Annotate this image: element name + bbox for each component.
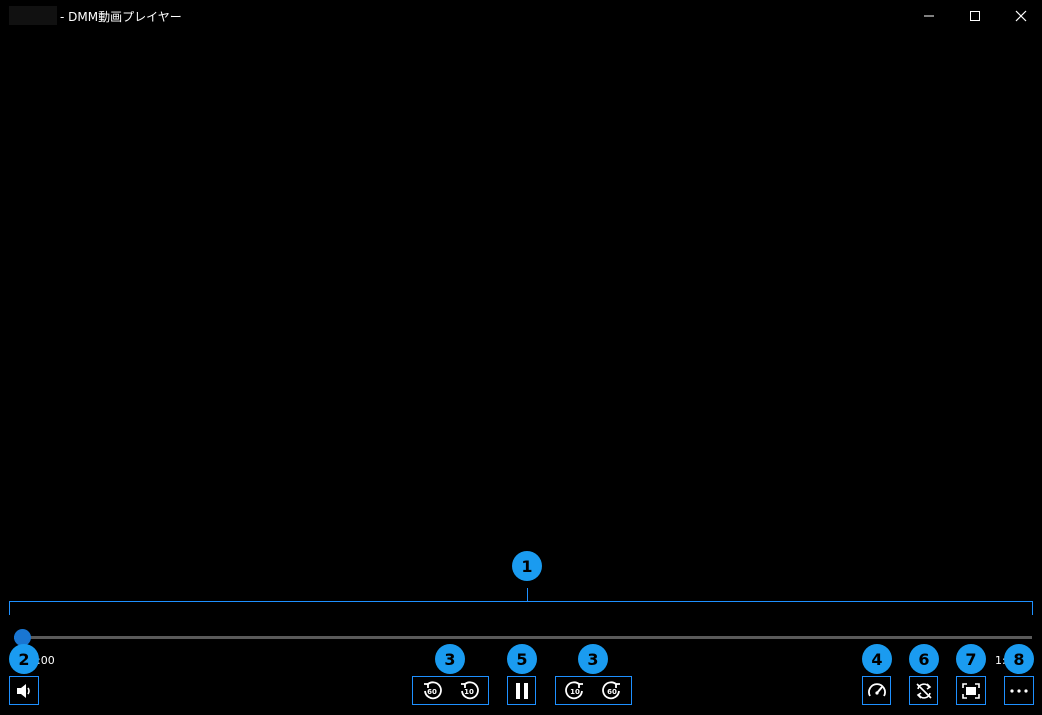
forward-60-icon: 60 [602,680,621,699]
close-icon [1015,10,1027,22]
speedometer-icon [867,682,886,696]
rewind-10-icon: 10 [461,680,480,699]
callout-repeat: 6 [909,644,939,674]
video-surface[interactable] [0,32,1042,592]
callout-seek-back: 3 [435,644,465,674]
callout-play-pause: 5 [507,644,537,674]
seek-bar[interactable] [14,636,1032,639]
seek-back-60-button[interactable]: 60 [413,677,451,704]
repeat-off-icon [915,682,932,699]
seek-forward-group: 10 60 [555,676,632,705]
seek-back-10-button[interactable]: 10 [451,677,489,704]
seek-forward-10-button[interactable]: 10 [556,677,594,704]
seek-forward-60-button[interactable]: 60 [594,677,632,704]
window-title: - DMM動画プレイヤー [60,10,182,24]
callout-more: 8 [1004,644,1034,674]
pause-icon [515,682,528,699]
forward-10-label: 10 [570,688,580,696]
close-button[interactable] [998,0,1042,32]
callout-seekbar: 1 [512,551,542,581]
repeat-button[interactable] [909,676,938,705]
seek-back-group: 60 10 [412,676,489,705]
rewind-10-label: 10 [464,688,474,696]
minimize-icon [924,15,934,17]
app-icon-redacted [9,6,57,25]
speaker-icon [17,683,30,698]
callout-volume: 2 [9,644,39,674]
callout-fit: 7 [956,644,986,674]
minimize-button[interactable] [906,0,952,32]
more-icon [1010,688,1028,693]
fit-screen-button[interactable] [956,676,986,705]
volume-button[interactable] [9,676,39,705]
forward-60-label: 60 [607,688,617,696]
callout-speed: 4 [862,644,892,674]
seekbar-annotation-stem [527,588,528,601]
seekbar-annotation-bracket [9,601,1033,615]
callout-seek-forward: 3 [578,644,608,674]
playback-speed-button[interactable] [862,676,891,705]
fit-screen-icon [962,682,980,699]
maximize-icon [970,11,980,21]
pause-button[interactable] [507,676,536,705]
rewind-60-icon: 60 [423,680,442,699]
more-options-button[interactable] [1004,676,1034,705]
title-bar: - DMM動画プレイヤー [0,0,1042,32]
rewind-60-label: 60 [427,688,437,696]
forward-10-icon: 10 [564,680,583,699]
maximize-button[interactable] [952,0,998,32]
